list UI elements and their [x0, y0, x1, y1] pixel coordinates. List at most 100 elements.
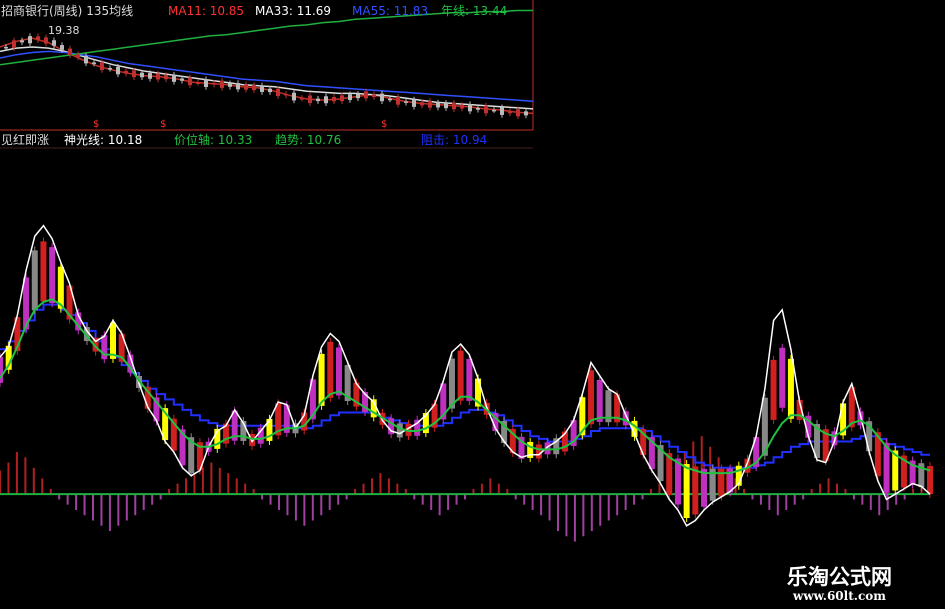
candle-body	[244, 84, 248, 90]
candle-body	[332, 97, 336, 102]
ma11-legend: MA11: 10.85	[168, 4, 245, 18]
candle-body	[4, 46, 8, 49]
candle-body	[60, 45, 64, 50]
candle-body	[188, 77, 192, 86]
indicator-candle	[692, 466, 699, 515]
indicator-candle	[588, 370, 595, 425]
shenguang-legend: 神光线: 10.18	[64, 133, 143, 147]
candle-body	[508, 111, 512, 114]
candle-body	[284, 93, 288, 96]
candle-body	[172, 74, 176, 82]
candle-body	[524, 111, 528, 116]
candle-body	[468, 104, 472, 112]
candle-body	[364, 91, 368, 99]
candle-body	[492, 109, 496, 112]
watermark-url: www.60lt.com	[793, 589, 886, 603]
candle-body	[164, 75, 168, 80]
candle-body	[236, 83, 240, 90]
candle-body	[156, 73, 160, 80]
watermark: 乐淘公式网 www.60lt.com	[773, 559, 945, 609]
watermark-text: 乐淘公式网	[787, 564, 892, 589]
indicator-name: 见红即涨	[1, 133, 50, 147]
candle-body	[396, 96, 400, 105]
candle-body	[308, 95, 312, 104]
stock-chart	[0, 0, 933, 542]
candle-body	[444, 102, 448, 109]
candle-body	[436, 102, 440, 108]
indicator-candle	[327, 341, 334, 398]
candle-body	[500, 107, 504, 115]
candle-body	[220, 80, 224, 88]
candle-body	[388, 98, 392, 101]
candle-body	[428, 101, 432, 108]
trend-legend: 趋势: 10.76	[275, 133, 342, 147]
indicator-candle	[40, 241, 47, 302]
candle-body	[76, 54, 80, 58]
indicator-candle	[457, 350, 464, 401]
candle-body	[196, 82, 200, 84]
candle-body	[204, 79, 208, 88]
candle-body	[452, 102, 456, 110]
indicator-candle	[466, 358, 473, 401]
signal-marker: $	[381, 119, 388, 130]
candle-body	[516, 109, 520, 117]
candle-body	[12, 40, 16, 49]
candle-body	[276, 88, 280, 97]
candle-body	[292, 92, 296, 101]
candle-body	[36, 36, 40, 41]
candle-body	[228, 83, 232, 87]
candle-body	[140, 72, 144, 78]
indicator-candle	[31, 250, 38, 311]
indicator-candle	[318, 353, 325, 406]
candle-body	[180, 78, 184, 81]
indicator-candle	[779, 347, 786, 408]
year-line-legend: 年线: 13.44	[441, 4, 508, 18]
price-axis-legend: 价位轴: 10.33	[174, 133, 253, 147]
candle-body	[148, 73, 152, 79]
indicator-candle	[0, 356, 3, 383]
indicator-candle	[770, 359, 777, 420]
candle-body	[28, 36, 32, 44]
series-line-MA11	[0, 37, 534, 115]
ma33-legend: MA33: 11.69	[255, 4, 332, 18]
candle-body	[92, 62, 96, 64]
price-marker: 19.38	[48, 24, 80, 37]
stock-title: 招商银行(周线) 135均线	[1, 4, 134, 18]
candle-body	[252, 85, 256, 91]
candle-body	[404, 101, 408, 103]
candle-body	[476, 107, 480, 110]
signal-marker: $	[93, 119, 100, 130]
indicator-candle	[683, 464, 690, 519]
indicator-candle	[101, 335, 108, 360]
indicator-candle	[787, 358, 794, 419]
candle-body	[44, 37, 48, 44]
candle-body	[268, 88, 272, 93]
indicator-candle	[883, 442, 890, 493]
candle-body	[484, 105, 488, 114]
candle-body	[412, 99, 416, 107]
candle-body	[420, 102, 424, 106]
candle-body	[356, 93, 360, 99]
candle-body	[100, 62, 104, 71]
resistance-legend: 阻击: 10.94	[421, 133, 488, 147]
candle-body	[316, 98, 320, 102]
candle-body	[84, 55, 88, 64]
candle-body	[52, 40, 56, 46]
candle-body	[68, 48, 72, 56]
indicator-candle	[674, 458, 681, 505]
candle-body	[300, 98, 304, 100]
candle-body	[20, 40, 24, 43]
ma55-legend: MA55: 11.83	[352, 4, 429, 18]
indicator-candle	[448, 358, 455, 409]
indicator-candle	[396, 423, 403, 438]
candle-body	[380, 93, 384, 102]
candle-body	[260, 85, 264, 92]
indicator-candle	[49, 247, 56, 304]
candle-body	[116, 66, 120, 75]
candle-body	[372, 94, 376, 98]
candle-body	[348, 94, 352, 101]
candle-body	[108, 68, 112, 70]
candle-body	[460, 104, 464, 109]
candle-body	[340, 95, 344, 102]
indicator-candle	[701, 468, 708, 507]
